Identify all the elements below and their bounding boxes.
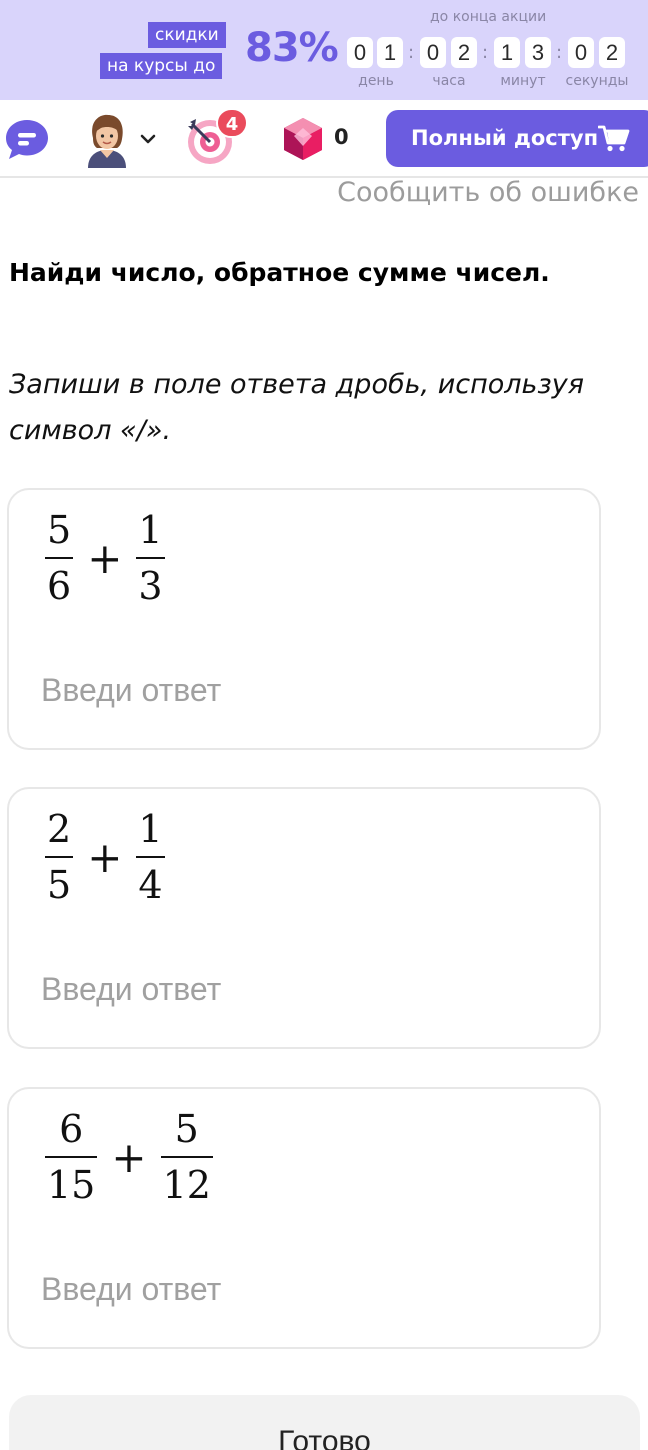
chat-bubble-icon[interactable] — [4, 118, 50, 160]
fraction: 6 15 — [45, 1107, 98, 1207]
timer-separator: : — [556, 42, 563, 63]
answer-input[interactable] — [41, 666, 561, 714]
denominator: 12 — [162, 1163, 211, 1207]
fraction: 5 12 — [160, 1107, 213, 1207]
fraction: 1 4 — [136, 807, 165, 907]
fraction-expression: 5 6 + 1 3 — [45, 508, 165, 608]
crystal-gem-icon[interactable] — [280, 116, 326, 162]
timer-unit-hours: часа — [432, 73, 466, 89]
timer-digit: 3 — [525, 37, 551, 68]
timer-separator: : — [408, 42, 415, 63]
answer-input[interactable] — [41, 965, 561, 1013]
done-button-label: Готово — [278, 1425, 371, 1450]
fraction-expression: 6 15 + 5 12 — [45, 1107, 213, 1207]
chevron-down-icon[interactable] — [140, 133, 156, 145]
fraction: 5 6 — [45, 508, 74, 608]
promo-tag-courses: на курсы до — [100, 53, 223, 79]
timer-digit: 0 — [347, 37, 373, 68]
timer-digit: 1 — [494, 37, 520, 68]
task-title: Найди число, обратное сумме чисел. — [9, 258, 550, 287]
numerator: 6 — [59, 1107, 84, 1151]
timer-title: до конца акции — [430, 9, 547, 25]
exercise-card: 5 6 + 1 3 — [7, 488, 601, 750]
timer-unit-minutes: минут — [500, 73, 546, 89]
done-button[interactable]: Готово — [9, 1395, 640, 1450]
timer-digit: 0 — [568, 37, 594, 68]
fraction: 1 3 — [136, 508, 165, 608]
timer-digit: 2 — [599, 37, 625, 68]
timer-digit: 0 — [420, 37, 446, 68]
numerator: 1 — [138, 807, 163, 851]
full-access-label: Полный доступ — [411, 126, 599, 150]
shopping-cart-icon — [598, 125, 630, 152]
timer-separator: : — [482, 42, 489, 63]
timer-digit: 1 — [377, 37, 403, 68]
denominator: 4 — [138, 863, 163, 907]
plus-operator: + — [87, 533, 123, 583]
avatar[interactable] — [85, 112, 129, 168]
promo-tag-discounts: скидки — [148, 22, 226, 48]
exercise-card: 2 5 + 1 4 — [7, 787, 601, 1049]
denominator: 3 — [138, 564, 163, 608]
goal-badge: 4 — [216, 108, 248, 138]
report-error-link[interactable]: Сообщить об ошибке — [337, 177, 639, 208]
plus-operator: + — [87, 832, 123, 882]
fraction-expression: 2 5 + 1 4 — [45, 807, 165, 907]
top-toolbar: 4 0 Полный доступ — [0, 100, 648, 178]
numerator: 5 — [174, 1107, 199, 1151]
timer-unit-days: день — [358, 73, 394, 89]
timer-unit-seconds: секунды — [565, 73, 629, 89]
plus-operator: + — [111, 1132, 147, 1182]
exercise-card: 6 15 + 5 12 — [7, 1087, 601, 1349]
task-instruction: Запиши в поле ответа дробь, используя си… — [9, 369, 585, 446]
numerator: 1 — [138, 508, 163, 552]
gem-count: 0 — [334, 125, 349, 149]
promo-percent: 83% — [245, 25, 339, 71]
fraction: 2 5 — [45, 807, 74, 907]
denominator: 15 — [47, 1163, 96, 1207]
denominator: 5 — [47, 863, 72, 907]
timer-digit: 2 — [451, 37, 477, 68]
numerator: 2 — [47, 807, 72, 851]
denominator: 6 — [47, 564, 72, 608]
promo-banner[interactable]: скидки на курсы до 83% до конца акции 0 … — [0, 0, 648, 100]
answer-input[interactable] — [41, 1265, 561, 1313]
numerator: 5 — [47, 508, 72, 552]
